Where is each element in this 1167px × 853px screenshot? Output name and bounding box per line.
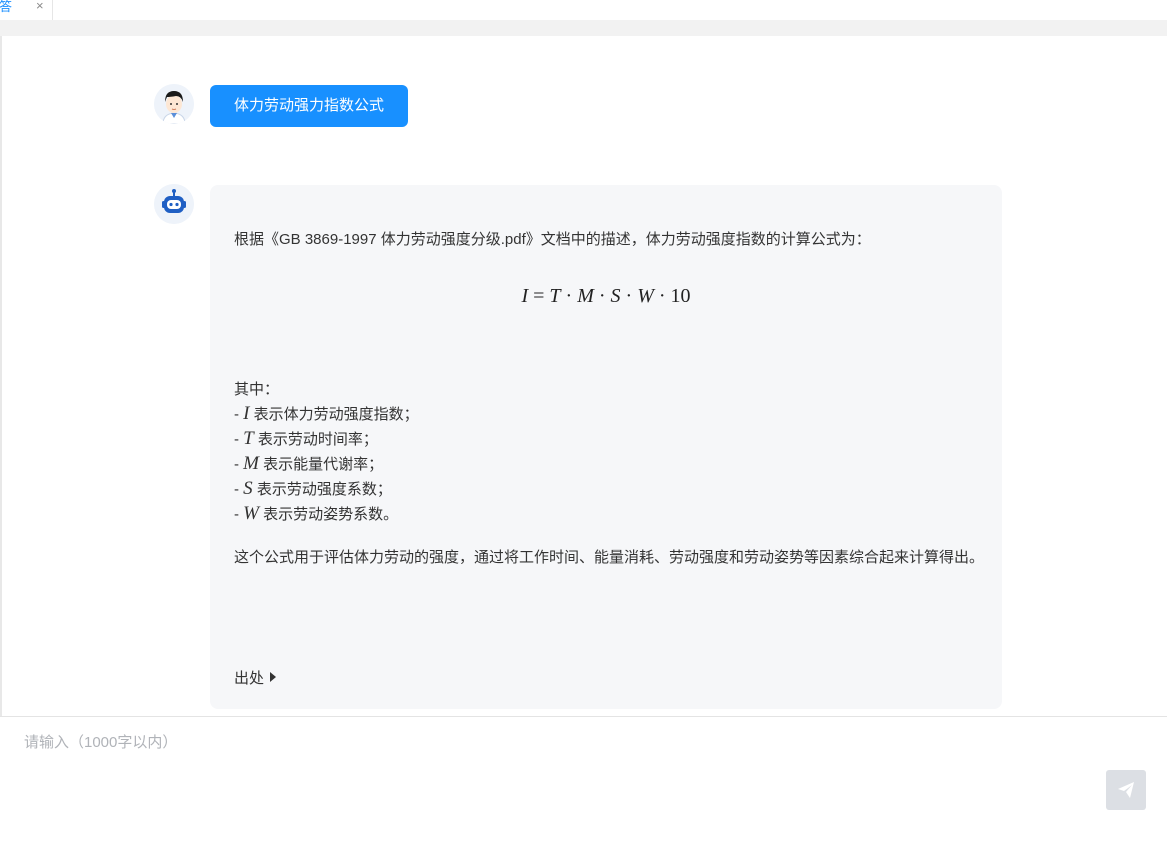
formula-dot: · xyxy=(653,285,671,307)
source-label[interactable]: 出处 xyxy=(234,670,264,687)
source-toggle[interactable]: 出处 xyxy=(234,667,277,691)
formula-constant: 10 xyxy=(670,285,691,307)
definition-symbol: M xyxy=(243,453,259,474)
definition-text: 表示能量代谢率； xyxy=(259,456,384,473)
bot-message-bubble: 根据《GB 3869-1997 体力劳动强度分级.pdf》文档中的描述，体力劳动… xyxy=(210,185,1002,709)
tab-bar: 问答 × xyxy=(0,0,1167,20)
definition-item: - T 表示劳动时间率； xyxy=(234,428,378,449)
tab-divider-strip xyxy=(0,20,1167,36)
send-button[interactable] xyxy=(1106,770,1146,810)
input-area xyxy=(0,716,1167,853)
definition-item: - S 表示劳动强度系数； xyxy=(234,478,392,499)
definition-symbol: S xyxy=(243,478,253,499)
tab-qa[interactable]: 问答 × xyxy=(0,0,53,20)
formula-var-s: S xyxy=(610,285,621,307)
answer-summary: 这个公式用于评估体力劳动的强度，通过将工作时间、能量消耗、劳动强度和劳动姿势等因… xyxy=(234,549,985,566)
formula-var-m: M xyxy=(577,285,594,307)
definitions-heading: 其中： xyxy=(234,381,280,398)
user-message-bubble: 体力劳动强力指数公式 xyxy=(210,85,409,127)
formula-var-w: W xyxy=(637,285,654,307)
formula-dot: · xyxy=(620,285,638,307)
definition-item: - I 表示体力劳动强度指数； xyxy=(234,403,419,424)
definition-text: 表示劳动姿势系数。 xyxy=(259,506,399,523)
answer-intro: 根据《GB 3869-1997 体力劳动强度分级.pdf》文档中的描述，体力劳动… xyxy=(234,231,871,248)
send-plane-icon[interactable] xyxy=(1116,780,1136,800)
formula-var-t: T xyxy=(549,285,561,307)
formula: I = T · M · S · W · 10 xyxy=(210,285,1002,308)
caret-right-icon[interactable] xyxy=(270,672,277,682)
definitions-list: - I 表示体力劳动强度指数； - T 表示劳动时间率； - M 表示能量代谢率… xyxy=(234,402,419,527)
definition-item: - M 表示能量代谢率； xyxy=(234,453,384,474)
definition-text: 表示劳动强度系数； xyxy=(252,481,392,498)
close-icon[interactable]: × xyxy=(36,0,44,13)
tab-label[interactable]: 问答 xyxy=(0,0,12,14)
definition-text: 表示劳动时间率； xyxy=(253,431,378,448)
user-avatar-icon xyxy=(154,84,194,124)
formula-dot: · xyxy=(593,285,611,307)
chat-panel[interactable]: 体力劳动强力指数公式 根据《GB 3869-1997 体力劳动强度分级.pdf》… xyxy=(2,36,1167,716)
message-input[interactable] xyxy=(24,731,1084,831)
definition-symbol: T xyxy=(243,428,254,449)
robot-avatar-icon xyxy=(154,184,194,224)
definition-text: 表示体力劳动强度指数； xyxy=(249,406,419,423)
definition-item: - W 表示劳动姿势系数。 xyxy=(234,503,399,524)
formula-dot: · xyxy=(560,285,578,307)
formula-eq: = xyxy=(528,285,550,307)
definition-symbol: W xyxy=(243,503,259,524)
